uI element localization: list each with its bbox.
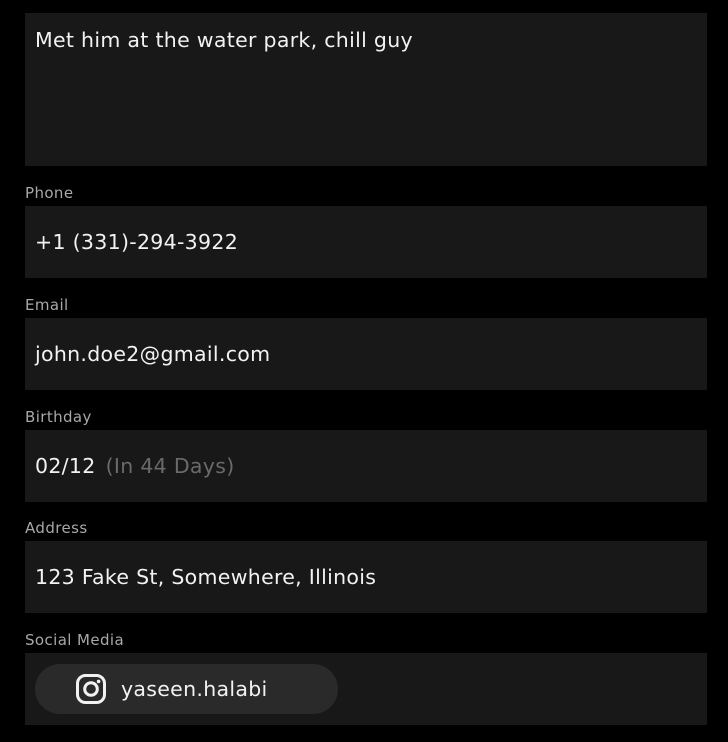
- phone-field[interactable]: +1 (331)-294-3922: [25, 206, 707, 278]
- address-label: Address: [25, 519, 88, 537]
- birthday-countdown: (In 44 Days): [105, 454, 235, 478]
- address-value: 123 Fake St, Somewhere, Illinois: [35, 565, 377, 589]
- birthday-value: 02/12: [35, 454, 96, 478]
- address-field[interactable]: 123 Fake St, Somewhere, Illinois: [25, 541, 707, 613]
- email-label: Email: [25, 296, 69, 314]
- birthday-label: Birthday: [25, 408, 92, 426]
- email-value: john.doe2@gmail.com: [35, 342, 271, 366]
- social-media-label: Social Media: [25, 631, 125, 649]
- notes-text: Met him at the water park, chill guy: [35, 28, 413, 52]
- instagram-icon: [75, 673, 107, 705]
- birthday-field[interactable]: 02/12 (In 44 Days): [25, 430, 707, 502]
- phone-label: Phone: [25, 184, 74, 202]
- instagram-handle: yaseen.halabi: [121, 677, 268, 701]
- email-field[interactable]: john.doe2@gmail.com: [25, 318, 707, 390]
- social-media-field: yaseen.halabi: [25, 653, 707, 725]
- contact-details-page: Met him at the water park, chill guy Pho…: [0, 0, 728, 742]
- phone-value: +1 (331)-294-3922: [35, 230, 239, 254]
- notes-field[interactable]: Met him at the water park, chill guy: [25, 13, 707, 166]
- instagram-chip[interactable]: yaseen.halabi: [35, 664, 338, 714]
